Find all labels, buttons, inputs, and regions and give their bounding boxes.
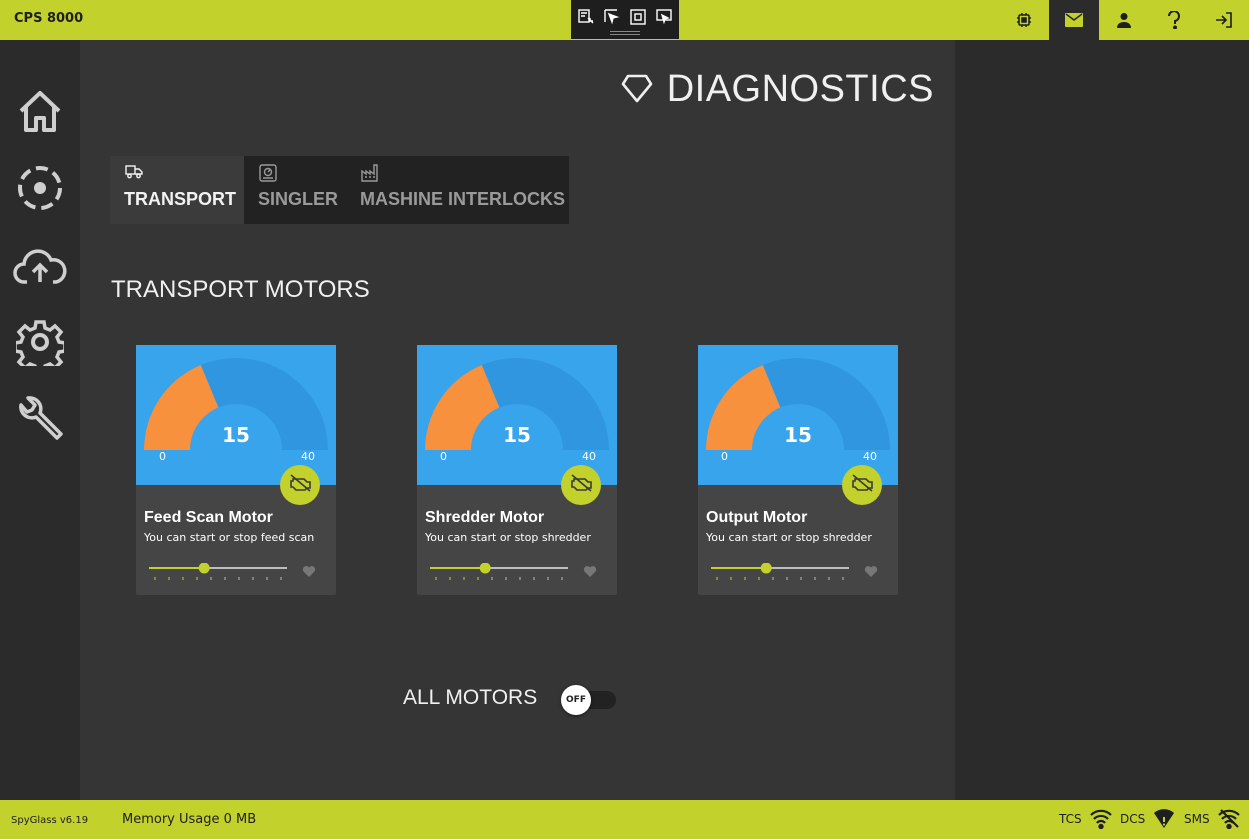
layout-bounds-icon[interactable]: [629, 8, 647, 26]
wrench-icon[interactable]: [12, 392, 68, 448]
tab-bar: TRANSPORT SINGLER MASHINE INTERLOCKS: [110, 156, 569, 224]
slider-thumb[interactable]: [479, 563, 491, 574]
wifi-off-icon: [1218, 809, 1240, 830]
gauge-value: 15: [784, 423, 812, 447]
chip-icon[interactable]: [999, 0, 1049, 40]
motor-gauge: 15 0 40: [417, 345, 617, 485]
heart-icon[interactable]: [583, 563, 597, 582]
slider-thumb[interactable]: [760, 563, 772, 574]
top-icon-bar: [999, 0, 1249, 40]
engine-off-icon: [570, 474, 592, 496]
motor-gauge: 15 0 40: [136, 345, 336, 485]
inspect-cursor-icon[interactable]: [603, 8, 621, 26]
gauge-min: 0: [721, 450, 728, 463]
singler-icon: [259, 164, 277, 182]
help-icon[interactable]: [1149, 0, 1199, 40]
sms-label: SMS: [1184, 812, 1210, 826]
factory-icon: [361, 164, 379, 182]
motor-slider[interactable]: [430, 563, 568, 583]
app-title: CPS 8000: [14, 11, 84, 26]
diamond-icon: [621, 72, 653, 108]
motor-slider[interactable]: [149, 563, 287, 583]
tab-transport-label: TRANSPORT: [124, 189, 236, 209]
main-panel: DIAGNOSTICS TRANSPORT SINGLER MASHINE IN…: [80, 40, 955, 800]
dcs-label: DCS: [1120, 812, 1146, 826]
motor-name: Feed Scan Motor: [144, 509, 273, 526]
motor-name: Output Motor: [706, 509, 808, 526]
gauge-value: 15: [222, 423, 250, 447]
all-motors-toggle[interactable]: OFF: [561, 685, 591, 715]
right-panel: [955, 40, 1249, 800]
memory-usage: Memory Usage 0 MB: [122, 812, 257, 827]
gauge-min: 0: [159, 450, 166, 463]
gauge-max: 40: [582, 450, 596, 463]
gauge-max: 40: [301, 450, 315, 463]
motor-description: You can start or stop shredder: [425, 531, 591, 544]
cloud-upload-icon[interactable]: [12, 238, 68, 294]
motor-off-button[interactable]: [280, 465, 320, 505]
heart-icon[interactable]: [864, 563, 878, 582]
page-title: DIAGNOSTICS: [621, 68, 934, 111]
sidebar: [0, 40, 80, 800]
all-motors-label: ALL MOTORS: [403, 686, 538, 709]
motor-off-button[interactable]: [842, 465, 882, 505]
tab-mashine-interlocks-label: MASHINE INTERLOCKS: [360, 189, 566, 209]
motor-description: You can start or stop shredder: [706, 531, 872, 544]
tab-singler-label: SINGLER: [258, 189, 339, 209]
top-bar: CPS 8000: [0, 0, 1249, 40]
gauge-max: 40: [863, 450, 877, 463]
motor-off-button[interactable]: [561, 465, 601, 505]
tcs-label: TCS: [1059, 812, 1082, 826]
status-bar: SpyGlass v6.19 Memory Usage 0 MB TCS DCS…: [0, 800, 1249, 839]
version-label: SpyGlass v6.19: [11, 815, 89, 826]
motor-description: You can start or stop feed scan: [144, 531, 315, 544]
motor-card-shredder: 15 0 40 Shredder Motor You can start or …: [417, 345, 617, 595]
mail-icon[interactable]: [1049, 0, 1099, 40]
heart-icon[interactable]: [302, 563, 316, 582]
motor-gauge: 15 0 40: [698, 345, 898, 485]
wifi-warning-icon: [1153, 809, 1175, 829]
tab-mashine-interlocks[interactable]: MASHINE INTERLOCKS: [346, 156, 569, 224]
home-icon[interactable]: [12, 83, 68, 139]
motor-card-feed-scan: 15 0 40 Feed Scan Motor You can start or…: [136, 345, 336, 595]
track-focus-icon[interactable]: [655, 8, 673, 26]
gauge-min: 0: [440, 450, 447, 463]
engine-off-icon: [289, 474, 311, 496]
logout-icon[interactable]: [1199, 0, 1249, 40]
motor-name: Shredder Motor: [425, 509, 545, 526]
gear-icon[interactable]: [12, 314, 68, 370]
drag-handle[interactable]: [610, 31, 640, 35]
select-element-icon[interactable]: [577, 8, 595, 26]
section-title: TRANSPORT MOTORS: [111, 276, 370, 303]
gauge-value: 15: [503, 423, 531, 447]
engine-off-icon: [851, 474, 873, 496]
user-icon[interactable]: [1099, 0, 1149, 40]
page-title-text: DIAGNOSTICS: [666, 68, 934, 110]
dashed-circle-icon[interactable]: [12, 160, 68, 216]
motor-slider[interactable]: [711, 563, 849, 583]
slider-thumb[interactable]: [198, 563, 210, 574]
tab-transport[interactable]: TRANSPORT: [110, 156, 244, 224]
devtools-toolbar: [571, 0, 679, 39]
wifi-icon: [1090, 809, 1112, 830]
motor-card-output: 15 0 40 Output Motor You can start or st…: [698, 345, 898, 595]
tab-singler[interactable]: SINGLER: [244, 156, 346, 224]
truck-icon: [125, 164, 143, 182]
